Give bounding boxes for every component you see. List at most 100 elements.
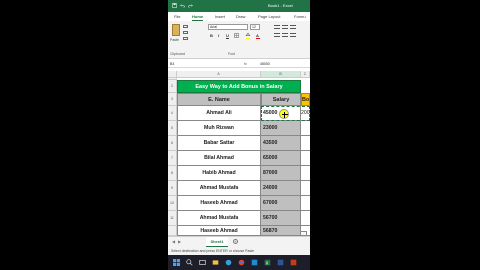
align-center-icon[interactable] bbox=[282, 33, 288, 37]
tab-home[interactable]: Home bbox=[192, 14, 204, 21]
title-bar: Book1 - Excel bbox=[168, 0, 310, 12]
svg-text:X: X bbox=[266, 260, 269, 265]
salary-cell[interactable]: 67000 bbox=[261, 196, 301, 211]
file-explorer-icon[interactable] bbox=[212, 259, 219, 266]
fx-icon[interactable]: fx bbox=[244, 61, 247, 67]
align-bottom-icon[interactable] bbox=[290, 25, 296, 29]
ribbon-tabs: File Home Insert Draw Page Layout Formu bbox=[168, 12, 310, 21]
row-header-12[interactable] bbox=[168, 226, 177, 236]
undo-icon[interactable] bbox=[180, 3, 185, 8]
row-header-6[interactable]: 6 bbox=[168, 136, 177, 151]
salary-cell[interactable]: 43500 bbox=[261, 136, 301, 151]
excel-taskbar-icon[interactable]: X bbox=[264, 259, 271, 266]
name-cell[interactable]: Muh Rizwan bbox=[177, 121, 261, 136]
add-sheet-button[interactable]: + bbox=[233, 239, 238, 244]
row-header-4[interactable]: 4 bbox=[168, 106, 177, 121]
sheet-tab-sheet1[interactable]: Sheet1 bbox=[206, 237, 228, 247]
redo-icon[interactable] bbox=[188, 3, 193, 8]
sheet-tabs-bar: ◀ ▶ Sheet1 + bbox=[168, 236, 310, 248]
italic-button[interactable]: I bbox=[218, 33, 219, 38]
tab-page-layout[interactable]: Page Layout bbox=[258, 14, 280, 19]
vscode-icon[interactable] bbox=[251, 259, 258, 266]
select-all-corner[interactable] bbox=[168, 71, 177, 78]
video-frame: Book1 - Excel File Home Insert Draw Page… bbox=[0, 0, 480, 270]
bonus-cell[interactable] bbox=[301, 136, 310, 151]
paste-icon[interactable] bbox=[172, 24, 180, 36]
formula-bar: B3 fx 45000 bbox=[168, 60, 310, 68]
cell-cursor-icon bbox=[279, 109, 289, 119]
align-top-icon[interactable] bbox=[274, 25, 280, 29]
salary-cell[interactable]: 23000 bbox=[261, 121, 301, 136]
salary-cell[interactable]: 56700 bbox=[261, 211, 301, 226]
bonus-cell[interactable] bbox=[301, 196, 310, 211]
windows-start-icon[interactable] bbox=[173, 259, 180, 266]
bonus-cell[interactable] bbox=[301, 211, 310, 226]
task-view-icon[interactable] bbox=[199, 259, 206, 266]
font-group-label: Font bbox=[228, 52, 236, 56]
salary-cell[interactable]: 65000 bbox=[261, 151, 301, 166]
bonus-cell[interactable] bbox=[301, 121, 310, 136]
bonus-cell[interactable] bbox=[301, 166, 310, 181]
bold-button[interactable]: B bbox=[210, 33, 213, 38]
row-header-10[interactable]: 10 bbox=[168, 196, 177, 211]
align-middle-icon[interactable] bbox=[282, 25, 288, 29]
column-header-c[interactable]: C bbox=[301, 71, 310, 78]
formula-input[interactable]: 45000 bbox=[260, 61, 270, 67]
font-size-select[interactable]: 12 bbox=[250, 24, 260, 30]
powerpoint-taskbar-icon[interactable] bbox=[290, 259, 297, 266]
copy-icon[interactable] bbox=[183, 31, 188, 34]
column-header-b[interactable]: B bbox=[261, 71, 301, 78]
row-header-3[interactable]: 3 bbox=[168, 93, 177, 106]
tab-draw[interactable]: Draw bbox=[236, 14, 245, 19]
row-header-8[interactable]: 8 bbox=[168, 166, 177, 181]
windows-taskbar: X bbox=[168, 255, 310, 270]
search-icon[interactable] bbox=[186, 259, 193, 266]
name-cell[interactable]: Babar Sattar bbox=[177, 136, 261, 151]
header-bonus-cell[interactable]: Bonus bbox=[301, 93, 310, 106]
sheet-nav-right-icon[interactable]: ▶ bbox=[178, 239, 181, 244]
paste-button-label: Paste bbox=[170, 38, 179, 42]
header-salary-cell[interactable]: Salary bbox=[261, 93, 301, 106]
underline-button[interactable]: U bbox=[226, 33, 229, 38]
tab-formulas[interactable]: Formu bbox=[294, 14, 306, 19]
align-left-icon[interactable] bbox=[274, 33, 280, 37]
save-icon[interactable] bbox=[172, 3, 177, 8]
salary-cell[interactable]: 87000 bbox=[261, 166, 301, 181]
font-name-select[interactable]: Arial bbox=[208, 24, 248, 30]
cut-icon[interactable] bbox=[183, 25, 188, 28]
column-header-a[interactable]: A bbox=[177, 71, 261, 78]
borders-icon[interactable] bbox=[234, 33, 239, 38]
name-cell[interactable]: Haseeb Ahmad bbox=[177, 196, 261, 211]
chrome-icon[interactable] bbox=[238, 259, 245, 266]
name-cell[interactable]: Haseeb Ahmad bbox=[177, 226, 261, 236]
bonus-cell[interactable] bbox=[301, 151, 310, 166]
header-name-cell[interactable]: E. Name bbox=[177, 93, 261, 106]
name-cell[interactable]: Bilal Ahmad bbox=[177, 151, 261, 166]
name-cell[interactable]: Ahmad Ali bbox=[177, 106, 261, 121]
row-header-9[interactable]: 9 bbox=[168, 181, 177, 196]
fill-color-swatch bbox=[246, 38, 250, 40]
name-cell[interactable]: Habib Ahmad bbox=[177, 166, 261, 181]
font-color-swatch bbox=[256, 38, 260, 40]
excel-window: Book1 - Excel File Home Insert Draw Page… bbox=[168, 0, 310, 270]
word-taskbar-icon[interactable] bbox=[277, 259, 284, 266]
edge-icon[interactable] bbox=[225, 259, 232, 266]
align-right-icon[interactable] bbox=[290, 33, 296, 37]
row-header-7[interactable]: 7 bbox=[168, 151, 177, 166]
salary-cell[interactable]: 24000 bbox=[261, 181, 301, 196]
bonus-cell[interactable] bbox=[301, 181, 310, 196]
name-cell[interactable]: Ahmad Mustafa bbox=[177, 211, 261, 226]
tab-insert[interactable]: Insert bbox=[215, 14, 225, 19]
name-box[interactable]: B3 bbox=[170, 61, 194, 67]
row-header-11[interactable]: 11 bbox=[168, 211, 177, 226]
sheet-nav-left-icon[interactable]: ◀ bbox=[172, 239, 175, 244]
row-header-5[interactable]: 5 bbox=[168, 121, 177, 136]
ribbon-home: Paste Clipboard Arial 12 B I U A Font bbox=[168, 21, 310, 59]
salary-cell[interactable]: 56870 bbox=[261, 226, 301, 236]
tab-file[interactable]: File bbox=[174, 14, 180, 19]
status-bar-text: Select destination and press ENTER or ch… bbox=[168, 248, 310, 255]
row-header-2[interactable]: 2 bbox=[168, 80, 177, 93]
name-cell[interactable]: Ahmad Mustafa bbox=[177, 181, 261, 196]
sheet-title-cell[interactable]: Easy Way to Add Bonus in Salary bbox=[177, 80, 301, 93]
format-painter-icon[interactable] bbox=[183, 37, 188, 40]
